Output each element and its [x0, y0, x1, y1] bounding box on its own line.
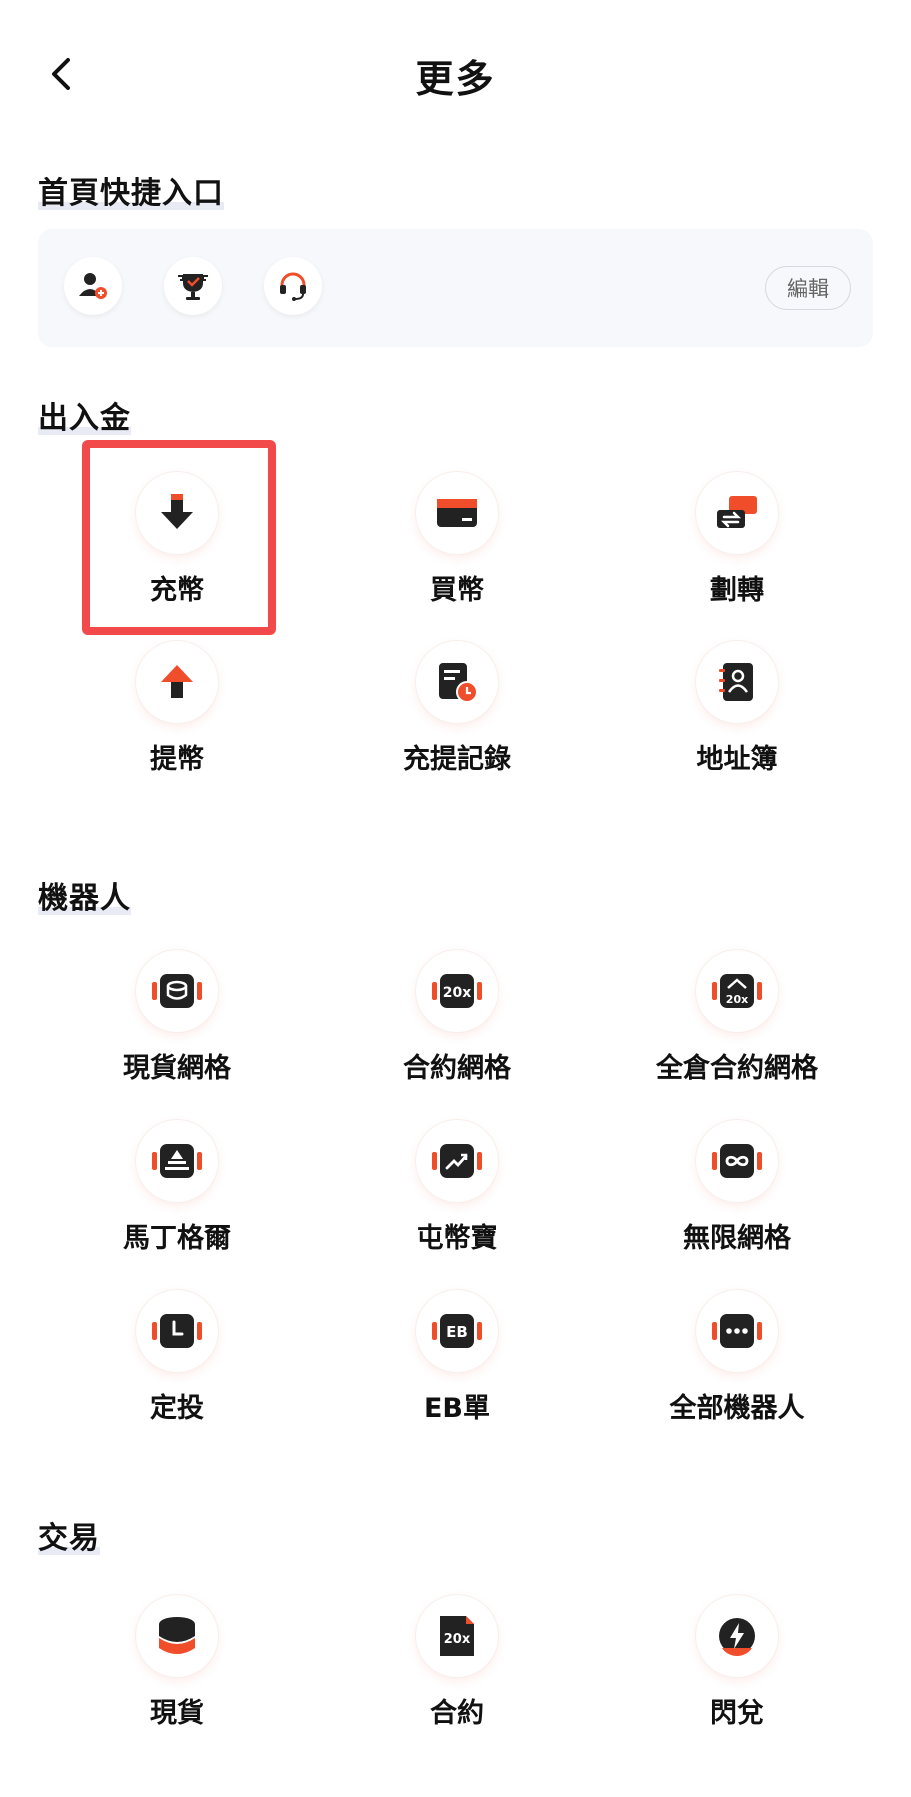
trade-item-label: 合約: [430, 1698, 484, 1729]
bot-item-label: 全部機器人: [669, 1393, 805, 1424]
bot-item-infinity-grid[interactable]: 無限網格: [597, 1120, 877, 1255]
deposit-item-withdraw[interactable]: 提幣: [37, 641, 317, 776]
bot-item-label: 定投: [150, 1393, 204, 1424]
cross-futures-grid-icon: 20x: [712, 974, 762, 1008]
transfer-icon: [717, 496, 757, 528]
bot-item-label: 現貨網格: [123, 1053, 231, 1084]
quick-entry-box: 編輯: [38, 229, 873, 347]
page-title: 更多: [415, 57, 496, 101]
deposit-item-label: 提幣: [150, 744, 204, 775]
bot-item-all-bots[interactable]: 全部機器人: [597, 1290, 877, 1425]
more-dots-icon: [712, 1314, 762, 1348]
futures-grid-icon: 20x: [432, 974, 482, 1008]
address-book-icon: [719, 663, 753, 701]
coin-stack-icon: [159, 1617, 195, 1654]
section-title-deposit: 出入金: [38, 401, 131, 436]
trend-icon: [432, 1144, 482, 1178]
section-title-quick: 首頁快捷入口: [38, 176, 224, 211]
deposit-item-label: 充幣: [150, 575, 204, 606]
svg-text:20x: 20x: [444, 1632, 471, 1647]
deposit-item-transfer[interactable]: 劃轉: [597, 472, 877, 607]
martingale-icon: [152, 1144, 202, 1178]
section-title-bots: 機器人: [38, 881, 131, 916]
bot-item-eb[interactable]: EB EB單: [317, 1290, 597, 1425]
bot-item-label: 合約網格: [403, 1053, 511, 1084]
bot-item-martingale[interactable]: 馬丁格爾: [37, 1120, 317, 1255]
section-title-trade: 交易: [38, 1521, 100, 1556]
trade-item-label: 閃兌: [710, 1698, 764, 1729]
bot-item-dca[interactable]: 定投: [37, 1290, 317, 1425]
deposit-item-records[interactable]: 充提記錄: [317, 641, 597, 776]
eb-icon: EB: [432, 1314, 482, 1348]
trade-item-convert[interactable]: 閃兌: [597, 1595, 877, 1730]
bot-item-futures-grid[interactable]: 20x 合約網格: [317, 950, 597, 1085]
clock-icon: [152, 1314, 202, 1348]
bot-item-label: 屯幣寶: [416, 1223, 498, 1254]
arrow-up-icon: [161, 665, 193, 698]
bot-item-label: 無限網格: [683, 1223, 791, 1254]
deposit-item-address-book[interactable]: 地址簿: [597, 641, 877, 776]
deposit-item-buy[interactable]: 買幣: [317, 472, 597, 607]
card-icon: [437, 499, 477, 527]
deposit-item-label: 充提記錄: [403, 744, 511, 775]
trade-item-futures[interactable]: 20x 合約: [317, 1595, 597, 1730]
svg-text:20x: 20x: [726, 993, 748, 1006]
bot-item-label: 全倉合約網格: [656, 1053, 818, 1084]
spot-grid-icon: [152, 974, 202, 1008]
quick-add-user-button[interactable]: [64, 257, 122, 315]
header: 更多: [0, 0, 911, 150]
infinity-icon: [712, 1144, 762, 1178]
headset-icon: [280, 272, 306, 301]
deposit-item-label: 劃轉: [710, 575, 764, 606]
futures-icon: 20x: [440, 1616, 474, 1656]
svg-text:EB: EB: [446, 1323, 468, 1341]
bot-item-label: 馬丁格爾: [123, 1223, 231, 1254]
trophy-icon: [178, 274, 208, 300]
flash-icon: [719, 1618, 755, 1657]
deposit-item-label: 地址簿: [696, 744, 778, 775]
add-user-icon: [79, 273, 107, 299]
quick-trophy-button[interactable]: [164, 257, 222, 315]
edit-button[interactable]: 編輯: [765, 266, 851, 310]
deposit-item-deposit[interactable]: 充幣: [37, 472, 317, 607]
bot-item-hodl[interactable]: 屯幣寶: [317, 1120, 597, 1255]
quick-support-button[interactable]: [264, 257, 322, 315]
bot-item-spot-grid[interactable]: 現貨網格: [37, 950, 317, 1085]
record-clock-icon: [439, 663, 478, 703]
deposit-item-label: 買幣: [430, 575, 484, 606]
svg-text:20x: 20x: [443, 985, 472, 1001]
trade-item-label: 現貨: [150, 1698, 204, 1729]
bot-item-cross-futures-grid[interactable]: 20x 全倉合約網格: [597, 950, 877, 1085]
arrow-down-icon: [161, 494, 193, 529]
bot-item-label: EB單: [423, 1393, 491, 1424]
trade-item-spot[interactable]: 現貨: [37, 1595, 317, 1730]
